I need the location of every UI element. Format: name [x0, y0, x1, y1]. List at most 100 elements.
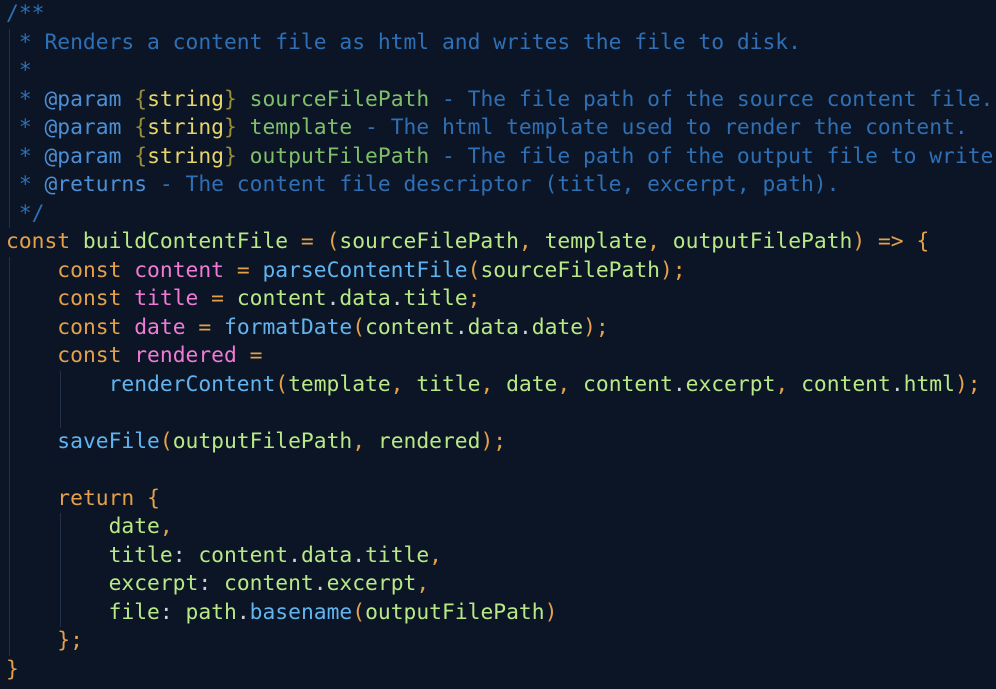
code-token: title [403, 286, 468, 311]
code-line[interactable]: const rendered = [6, 342, 262, 371]
code-token: file [108, 599, 160, 625]
code-token: , [429, 542, 442, 568]
code-token: sourceFilePath [480, 257, 660, 283]
code-token: date [108, 514, 160, 539]
code-token: , [775, 371, 802, 397]
code-token: }; [57, 628, 83, 653]
code-line[interactable]: const content = parseContentFile(sourceF… [6, 257, 685, 286]
code-token: { [134, 86, 148, 112]
code-token: const [57, 257, 122, 283]
code-token: const [57, 286, 122, 311]
code-line[interactable]: * [6, 57, 32, 86]
code-token: . [890, 371, 904, 397]
code-token: . [672, 371, 686, 397]
code-token: @returns [44, 172, 148, 197]
code-line[interactable]: /** [6, 0, 44, 29]
code-token: = [224, 257, 263, 283]
code-token: = [236, 343, 263, 368]
code-token: data [339, 286, 391, 311]
code-line[interactable]: }; [6, 627, 83, 656]
code-token: excerpt [685, 371, 776, 397]
code-token: html [903, 371, 955, 397]
code-line[interactable]: excerpt: content.excerpt, [6, 570, 430, 599]
code-line[interactable]: const date = formatDate(content.data.dat… [6, 314, 609, 343]
code-line[interactable]: file: path.basename(outputFilePath) [6, 599, 558, 628]
code-line[interactable]: renderContent(template, title, date, con… [6, 371, 981, 400]
code-token: outputFilePath [365, 599, 545, 625]
code-token: content [236, 286, 327, 311]
code-line[interactable]: * Renders a content file as html and wri… [6, 29, 801, 58]
code-token: ); [583, 314, 609, 340]
code-token: string [147, 115, 224, 140]
code-token: . [454, 314, 468, 340]
code-token: content [365, 314, 455, 340]
code-line[interactable]: date, [6, 513, 173, 542]
code-token: = [300, 229, 314, 254]
code-token: @param [44, 86, 122, 112]
code-token: } [224, 115, 237, 140]
code-token: template [544, 229, 648, 254]
code-token: { [147, 485, 160, 511]
code-token: const [57, 314, 122, 340]
code-token: parseContentFile [262, 257, 468, 283]
code-token: date [134, 314, 186, 340]
code-token: date [506, 371, 558, 397]
code-token: => [877, 229, 904, 254]
code-token: . [313, 571, 327, 596]
code-line[interactable]: * @param {string} outputFilePath - The f… [6, 143, 996, 172]
code-token: ) [852, 229, 866, 254]
code-line[interactable]: } [6, 656, 19, 685]
code-token: title [416, 371, 481, 397]
code-token: outputFilePath [672, 229, 853, 254]
code-token: content [583, 371, 673, 397]
code-token: = [198, 286, 237, 311]
code-token: saveFile [57, 428, 160, 454]
code-editor[interactable]: /** * Renders a content file as html and… [0, 0, 996, 689]
code-line[interactable]: return { [6, 485, 160, 514]
code-line[interactable]: * @returns - The content file descriptor… [6, 171, 840, 200]
code-line[interactable]: * @param {string} template - The html te… [6, 114, 968, 143]
code-token: ); [480, 428, 507, 454]
code-token: ( [326, 229, 340, 254]
code-line[interactable]: const title = content.data.title; [6, 285, 480, 314]
code-line[interactable]: title: content.data.title, [6, 542, 442, 571]
code-token: , [416, 571, 430, 596]
code-token: @param [44, 143, 122, 169]
code-token: formatDate [224, 314, 353, 340]
code-line[interactable]: */ [6, 200, 45, 229]
code-token: * [6, 115, 45, 140]
code-token: content [224, 571, 314, 596]
code-line[interactable]: const buildContentFile = (sourceFilePath… [6, 228, 929, 257]
code-token: content [801, 371, 891, 397]
code-token: data [300, 542, 353, 568]
code-token: title [108, 542, 173, 568]
code-token: ( [352, 599, 366, 625]
code-token: const [57, 343, 122, 368]
code-token: rendered [134, 343, 237, 368]
code-token: - The file path of the source content fi… [429, 86, 994, 112]
code-token: excerpt [108, 571, 199, 596]
code-token: : [172, 542, 199, 568]
code-token: , [647, 229, 673, 254]
code-line[interactable]: * @param {string} sourceFilePath - The f… [6, 86, 994, 115]
code-line[interactable]: saveFile(outputFilePath, rendered); [6, 428, 506, 457]
